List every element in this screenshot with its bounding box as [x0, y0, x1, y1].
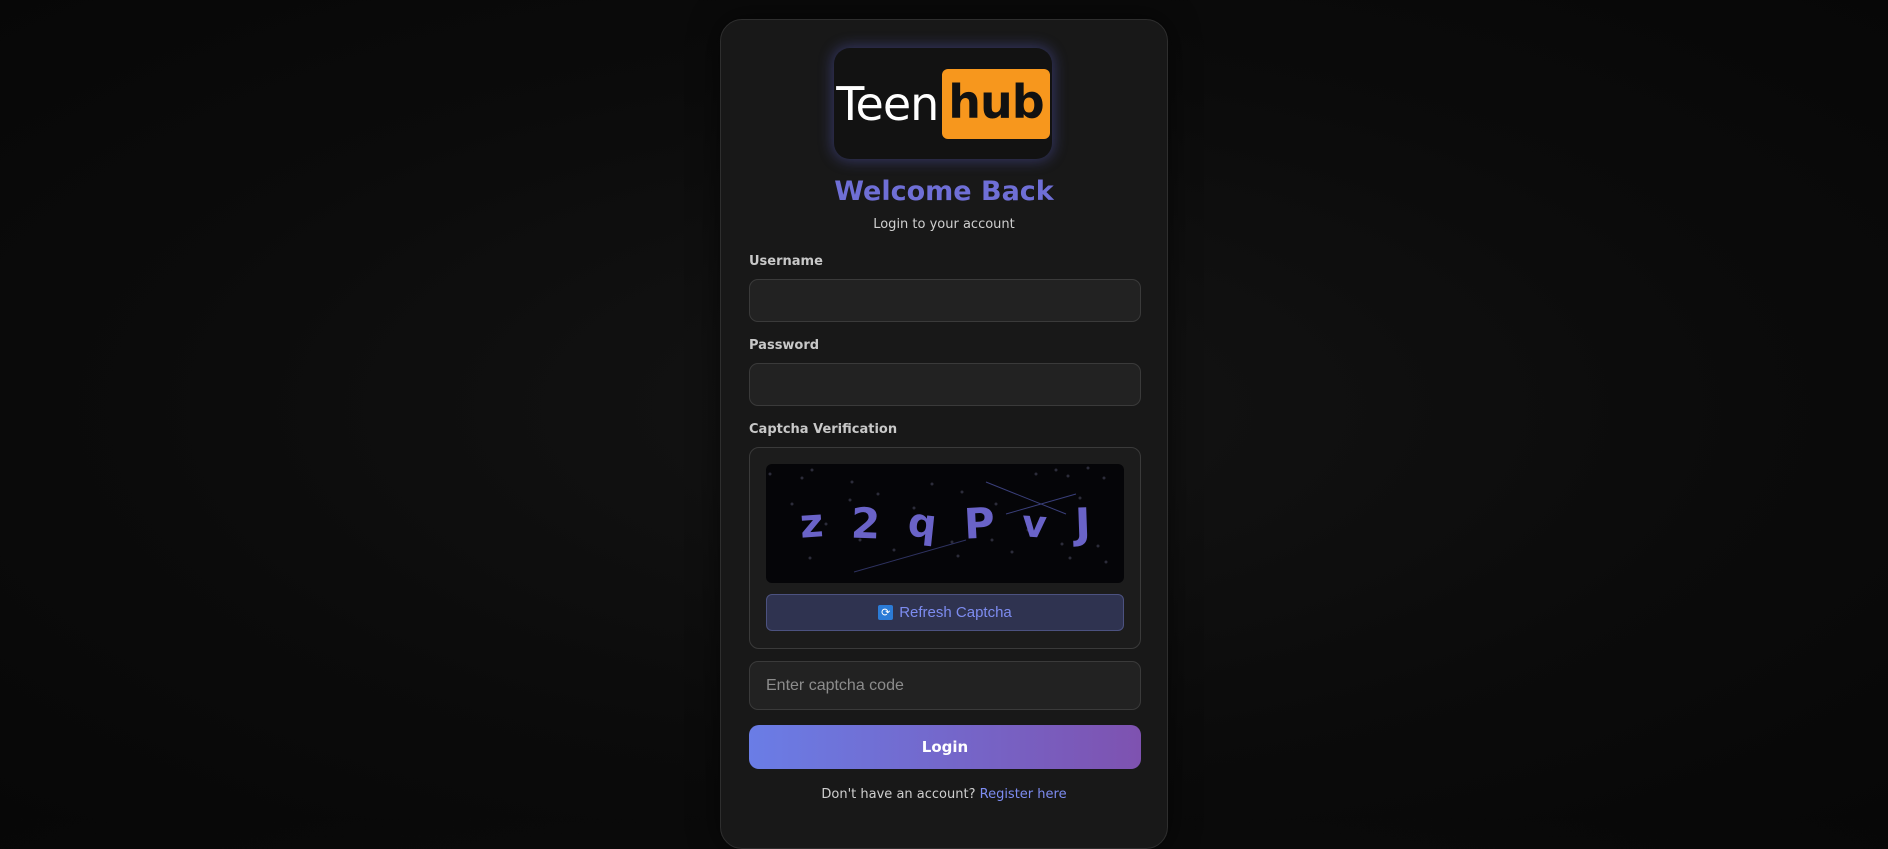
password-label: Password: [749, 338, 820, 353]
page-title: Welcome Back: [834, 176, 1054, 207]
logo-text-teen: Teen: [836, 76, 939, 131]
captcha-char: q: [905, 499, 939, 548]
logo: Teen hub: [834, 48, 1052, 159]
captcha-char: v: [1020, 500, 1049, 547]
login-button[interactable]: Login: [749, 725, 1141, 769]
refresh-captcha-label: Refresh Captcha: [899, 604, 1012, 621]
register-prompt: Don't have an account? Register here: [721, 787, 1167, 802]
captcha-characters: z 2 q P v J: [766, 464, 1124, 583]
captcha-label: Captcha Verification: [749, 422, 898, 437]
captcha-image: z 2 q P v J: [766, 464, 1124, 583]
username-input[interactable]: [749, 279, 1141, 322]
captcha-char: 2: [849, 498, 881, 549]
captcha-input[interactable]: [749, 661, 1141, 710]
register-link[interactable]: Register here: [980, 787, 1067, 802]
refresh-icon: ⟳: [878, 605, 894, 620]
register-prompt-text: Don't have an account?: [821, 787, 976, 802]
password-input[interactable]: [749, 363, 1141, 406]
captcha-char: P: [962, 498, 996, 549]
captcha-char: z: [798, 499, 825, 548]
logo-text-hub: hub: [942, 68, 1050, 139]
captcha-char: J: [1073, 498, 1091, 549]
login-card: Teen hub Welcome Back Login to your acco…: [720, 19, 1168, 849]
captcha-container: z 2 q P v J ⟳ Refresh Captcha: [749, 447, 1141, 649]
username-label: Username: [749, 254, 823, 269]
page-subtitle: Login to your account: [873, 217, 1015, 232]
refresh-captcha-button[interactable]: ⟳ Refresh Captcha: [766, 594, 1124, 631]
